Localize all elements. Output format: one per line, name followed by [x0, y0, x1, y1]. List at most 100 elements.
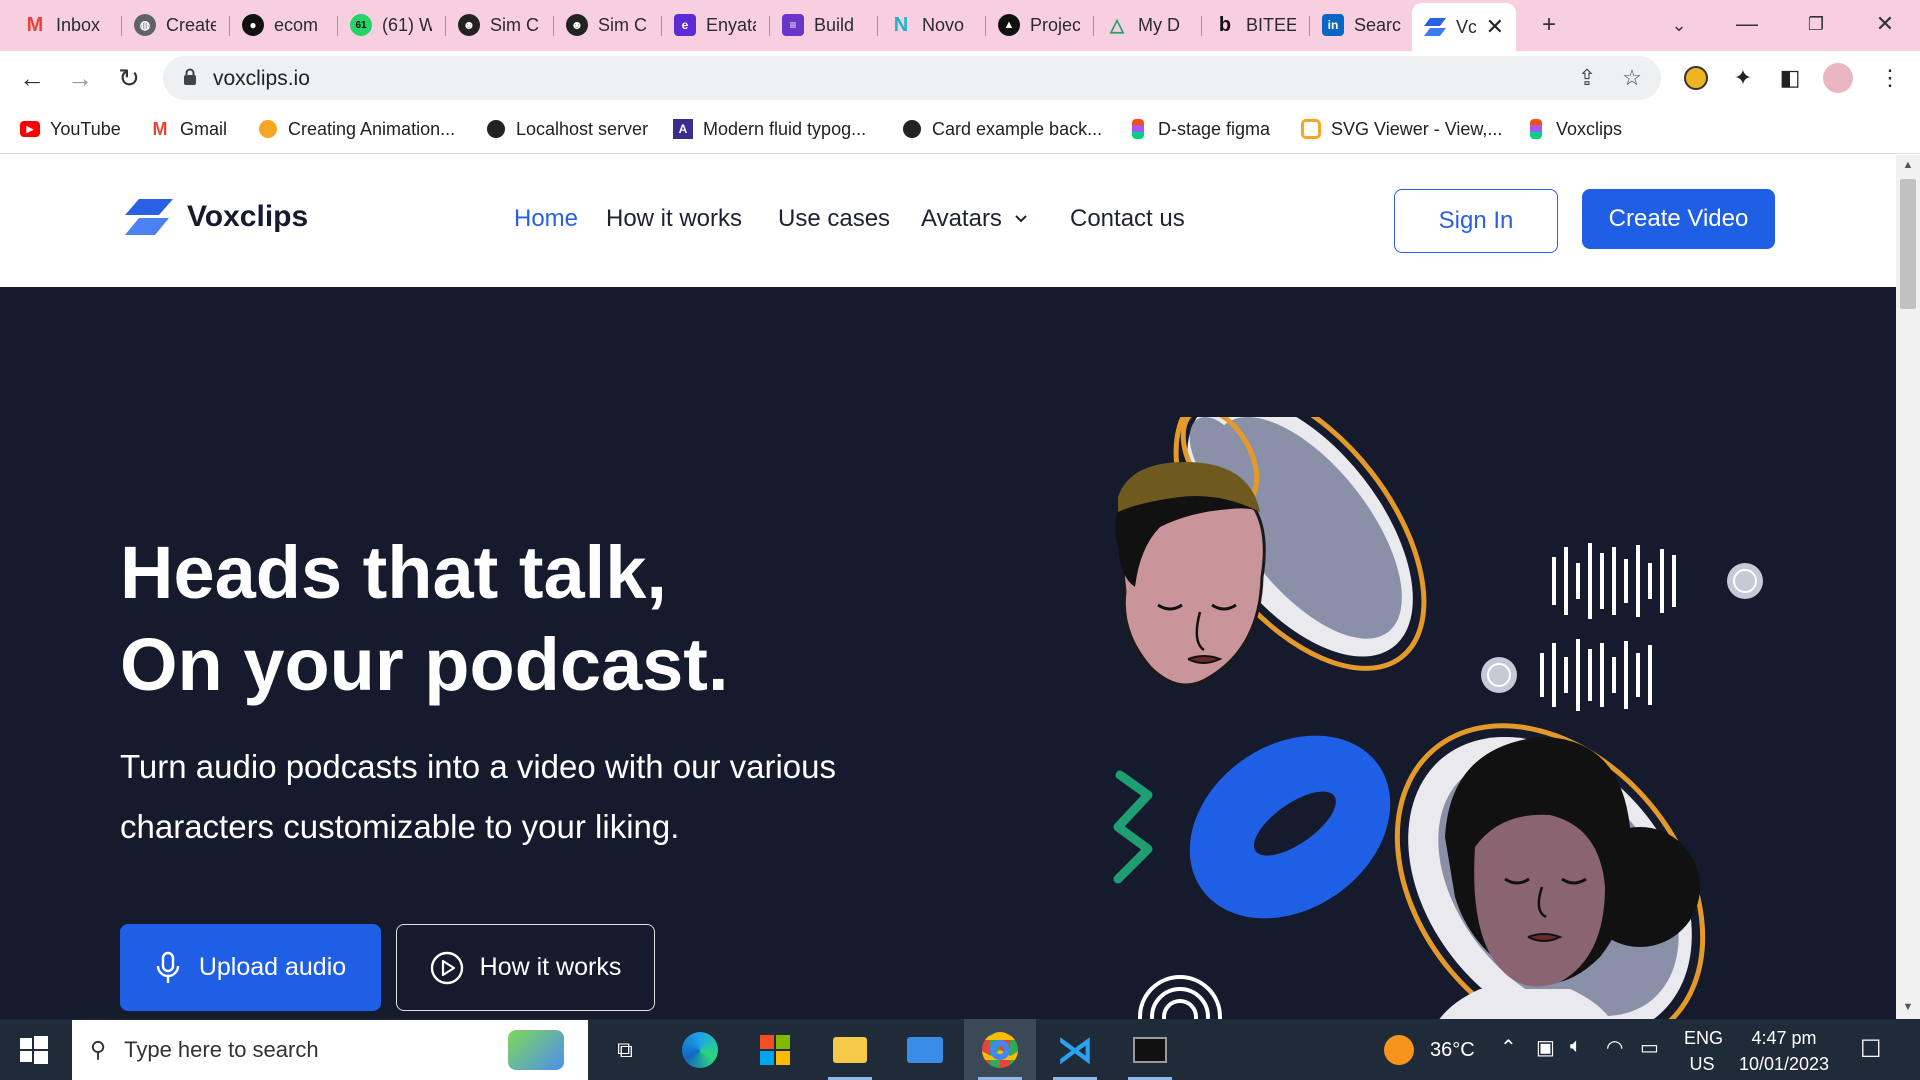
- bookmark-voxclips[interactable]: Voxclips: [1526, 115, 1622, 143]
- system-clock[interactable]: 4:47 pm 10/01/2023: [1732, 1025, 1836, 1077]
- restore-button[interactable]: ❐: [1796, 6, 1836, 42]
- bookmark-label: Localhost server: [516, 118, 649, 139]
- tab-linkedin[interactable]: in Searc: [1310, 7, 1416, 43]
- address-bar[interactable]: voxclips.io ⇪ ☆: [163, 56, 1661, 100]
- lock-icon: [184, 68, 196, 85]
- extension-icon[interactable]: [1680, 62, 1712, 94]
- bookmark-gmail[interactable]: M Gmail: [150, 115, 228, 143]
- bitee-icon: b: [1218, 13, 1232, 36]
- blue-donut-decoration: [1189, 735, 1391, 919]
- language-indicator[interactable]: ENG US: [1684, 1025, 1723, 1077]
- sign-in-button[interactable]: Sign In: [1394, 189, 1558, 253]
- file-explorer-icon[interactable]: [814, 1019, 886, 1080]
- close-window-button[interactable]: ✕: [1865, 6, 1905, 42]
- close-tab-icon[interactable]: ✕: [1486, 14, 1504, 40]
- taskbar-search-input[interactable]: ⚲ Type here to search: [72, 1020, 588, 1080]
- tab-label: Inbox: [56, 14, 101, 35]
- tab-github[interactable]: ● ecom: [230, 7, 336, 43]
- talking-heads-illustration: [1113, 417, 1763, 1019]
- tray-overflow-chevron-icon[interactable]: ⌃: [1500, 1035, 1517, 1060]
- scroll-up-arrow-icon[interactable]: ▲: [1896, 159, 1920, 177]
- tab-drive[interactable]: △ My D: [1094, 7, 1200, 43]
- tab-label: Vc: [1456, 16, 1476, 37]
- globe-icon: ◍: [134, 14, 156, 36]
- bookmark-label: Modern fluid typog...: [703, 118, 867, 139]
- whatsapp-icon: 61: [350, 14, 372, 36]
- tab-bitee[interactable]: b BITEE: [1202, 7, 1308, 43]
- tab-inbox[interactable]: M Inbox: [12, 7, 120, 43]
- hero-title: Heads that talk, On your podcast.: [120, 527, 729, 711]
- tab-create[interactable]: ◍ Create: [122, 7, 228, 43]
- bookmark-star-icon[interactable]: ☆: [1618, 64, 1646, 92]
- bookmark-card-example[interactable]: Card example back...: [902, 115, 1102, 143]
- battery-icon[interactable]: ▭: [1640, 1035, 1659, 1060]
- address-url: voxclips.io: [213, 67, 310, 90]
- puzzle-extensions-icon[interactable]: ✦: [1727, 62, 1759, 94]
- scrollbar-thumb[interactable]: [1900, 179, 1916, 309]
- bookmark-fluid-typography[interactable]: A Modern fluid typog...: [673, 115, 866, 143]
- youtube-icon: ▶: [20, 119, 40, 139]
- tab-whatsapp[interactable]: 61 (61) W: [338, 7, 444, 43]
- tab-project[interactable]: ▲ Projec: [986, 7, 1092, 43]
- microsoft-store-icon[interactable]: [739, 1019, 811, 1080]
- edge-icon[interactable]: [664, 1019, 736, 1080]
- how-it-works-button[interactable]: How it works: [396, 924, 655, 1011]
- tab-sim-1[interactable]: ☻ Sim Cl: [446, 7, 552, 43]
- task-view-icon[interactable]: ⧉: [589, 1019, 661, 1080]
- mail-icon[interactable]: [889, 1019, 961, 1080]
- figma-icon: [1128, 119, 1148, 139]
- weather-temperature[interactable]: 36°C: [1430, 1039, 1475, 1062]
- menu-kebab-icon[interactable]: ⋮: [1874, 62, 1906, 94]
- page-scrollbar[interactable]: ▲ ▼: [1896, 155, 1920, 1019]
- clock-time: 4:47 pm: [1751, 1028, 1817, 1048]
- tab-label: Create: [166, 14, 216, 35]
- bookmark-localhost[interactable]: Localhost server: [486, 115, 648, 143]
- tab-label: ecom: [274, 14, 319, 35]
- profile-avatar[interactable]: [1822, 62, 1854, 94]
- volume-icon[interactable]: 🔈︎: [1570, 1035, 1582, 1058]
- tab-voxclips[interactable]: Vc ✕: [1412, 3, 1516, 51]
- bookmark-d-stage-figma[interactable]: D-stage figma: [1128, 115, 1270, 143]
- tab-build[interactable]: ≡ Build: [770, 7, 876, 43]
- create-video-button[interactable]: Create Video: [1582, 189, 1775, 249]
- upload-audio-button[interactable]: Upload audio: [120, 924, 381, 1011]
- chrome-icon[interactable]: [964, 1019, 1036, 1080]
- language-line-2: US: [1689, 1054, 1715, 1074]
- linkedin-icon: in: [1322, 14, 1344, 36]
- play-circle-icon: [430, 951, 463, 984]
- alien-icon: ☻: [566, 14, 588, 36]
- tab-label: Novo: [922, 14, 965, 35]
- back-button[interactable]: ←: [15, 61, 49, 95]
- notifications-icon[interactable]: ☐: [1860, 1035, 1882, 1064]
- nav-contact-us[interactable]: Contact us: [1070, 205, 1185, 233]
- bookmark-creating-animation[interactable]: Creating Animation...: [258, 115, 455, 143]
- nav-home[interactable]: Home: [514, 205, 578, 233]
- tab-search-chevron-icon[interactable]: ⌄: [1661, 8, 1697, 42]
- wifi-icon[interactable]: ◠: [1606, 1035, 1623, 1060]
- reload-button[interactable]: ↻: [112, 61, 146, 95]
- vscode-icon[interactable]: ⋊: [1039, 1019, 1111, 1080]
- bookmark-label: SVG Viewer - View,...: [1331, 118, 1503, 139]
- tab-enyata[interactable]: e Enyata: [662, 7, 768, 43]
- site-logo[interactable]: Voxclips: [125, 199, 308, 235]
- weather-icon[interactable]: [1384, 1035, 1414, 1065]
- nav-how-it-works[interactable]: How it works: [606, 205, 742, 233]
- tab-sim-2[interactable]: ☻ Sim Cl: [554, 7, 660, 43]
- windows-start-icon[interactable]: [18, 1034, 50, 1066]
- new-tab-button[interactable]: +: [1531, 8, 1567, 42]
- tab-novo[interactable]: N Novo: [878, 7, 984, 43]
- bookmark-svg-viewer[interactable]: SVG Viewer - View,...: [1301, 115, 1502, 143]
- windows-taskbar: ⚲ Type here to search ⧉ ⋊ 36°C ⌃ ▣ 🔈︎ ◠ …: [0, 1019, 1920, 1080]
- side-panel-icon[interactable]: ◧: [1774, 62, 1806, 94]
- share-icon[interactable]: ⇪: [1573, 64, 1601, 92]
- scroll-down-arrow-icon[interactable]: ▼: [1896, 1001, 1920, 1019]
- nav-avatars[interactable]: Avatars: [921, 205, 1028, 233]
- forward-button[interactable]: →: [63, 61, 97, 95]
- meet-now-icon[interactable]: ▣: [1536, 1035, 1555, 1060]
- nav-use-cases[interactable]: Use cases: [778, 205, 890, 233]
- bookmark-youtube[interactable]: ▶ YouTube: [20, 115, 121, 143]
- terminal-icon[interactable]: [1114, 1019, 1186, 1080]
- upload-audio-label: Upload audio: [198, 953, 347, 981]
- hero-section: Heads that talk, On your podcast. Turn a…: [0, 287, 1896, 1019]
- minimize-button[interactable]: —: [1727, 6, 1767, 42]
